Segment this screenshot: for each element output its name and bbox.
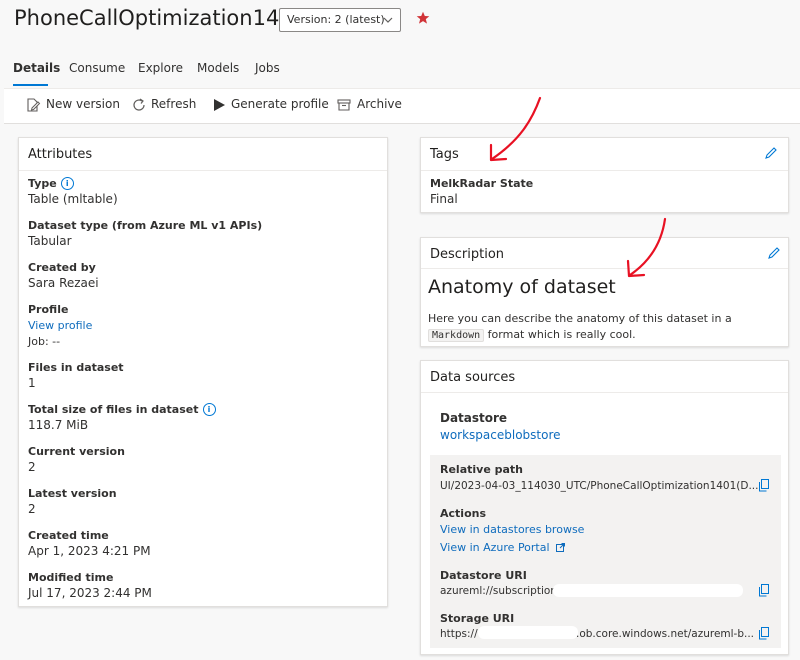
size-label-text: Total size of files in dataset: [28, 403, 199, 416]
type-label-text: Type: [28, 177, 57, 190]
copy-icon[interactable]: [758, 627, 770, 640]
redaction-mark: [478, 626, 578, 639]
dataset-type-value: Tabular: [28, 234, 72, 248]
created-time-label: Created time: [28, 529, 109, 542]
external-link-icon: [556, 543, 566, 552]
type-value: Table (mltable): [28, 192, 118, 206]
current-version-label: Current version: [28, 445, 125, 458]
datastore-uri-value: azureml://subscriptions: [440, 585, 563, 597]
chevron-down-icon: [383, 17, 393, 23]
size-value: 118.7 MiB: [28, 418, 89, 432]
current-version-value: 2: [28, 460, 36, 474]
favorite-star-icon[interactable]: [416, 11, 430, 25]
latest-version-value: 2: [28, 502, 36, 516]
tag-value: Final: [430, 192, 458, 206]
modified-time-label: Modified time: [28, 571, 114, 584]
modified-time-value: Jul 17, 2023 2:44 PM: [28, 586, 152, 600]
created-by-label: Created by: [28, 261, 96, 274]
tab-explore[interactable]: Explore: [138, 61, 183, 75]
dataset-type-label: Dataset type (from Azure ML v1 APIs): [28, 219, 263, 232]
tags-separator: [421, 170, 788, 171]
storage-uri-label: Storage URI: [440, 612, 515, 625]
description-title: Description: [430, 247, 505, 262]
copy-icon[interactable]: [758, 479, 770, 492]
copy-icon[interactable]: [758, 584, 770, 597]
refresh-button[interactable]: Refresh: [151, 97, 196, 111]
actions-label: Actions: [440, 507, 486, 520]
profile-job-text: Job: --: [28, 335, 61, 348]
type-label: Type i: [28, 177, 74, 190]
description-heading: Anatomy of dataset: [428, 276, 616, 298]
tab-details[interactable]: Details: [13, 61, 60, 75]
view-azure-portal-link[interactable]: View in Azure Portal: [440, 541, 566, 554]
tab-jobs[interactable]: Jobs: [255, 61, 280, 75]
tags-title: Tags: [430, 147, 459, 162]
relative-path-value: UI/2023-04-03_114030_UTC/PhoneCallOptimi…: [440, 480, 759, 492]
archive-icon: [337, 99, 351, 111]
attributes-separator: [19, 170, 387, 171]
annotation-arrow-icon: [489, 96, 542, 162]
version-dropdown-label: Version: 2 (latest): [287, 13, 385, 26]
description-text: Here you can describe the anatomy of thi…: [428, 312, 732, 325]
view-profile-link[interactable]: View profile: [28, 319, 92, 332]
version-dropdown[interactable]: Version: 2 (latest): [279, 8, 401, 32]
files-value: 1: [28, 376, 36, 390]
datastore-label: Datastore: [440, 411, 508, 425]
archive-button[interactable]: Archive: [357, 97, 402, 111]
tag-key: MelkRadar State: [430, 177, 534, 190]
edit-tags-icon[interactable]: [764, 146, 778, 160]
datastore-link[interactable]: workspaceblobstore: [440, 428, 561, 442]
tab-models[interactable]: Models: [197, 61, 239, 75]
active-tab-indicator: [13, 84, 48, 86]
attributes-title: Attributes: [28, 147, 93, 162]
refresh-icon: [133, 98, 145, 111]
created-by-value: Sara Rezaei: [28, 276, 99, 290]
storage-uri-suffix: .ob.core.windows.net/azureml-b...: [576, 628, 755, 640]
data-sources-separator: [421, 392, 788, 393]
size-label: Total size of files in dataset i: [28, 403, 216, 416]
tab-consume[interactable]: Consume: [69, 61, 125, 75]
datastore-uri-label: Datastore URI: [440, 569, 527, 582]
edit-description-icon[interactable]: [767, 246, 781, 260]
play-icon: [214, 99, 225, 111]
redaction-mark: [553, 584, 743, 597]
description-text-end: format which is really cool.: [487, 328, 636, 341]
info-icon[interactable]: i: [202, 403, 216, 416]
info-icon[interactable]: i: [60, 177, 74, 190]
tags-card: [420, 137, 789, 213]
command-bar: [4, 88, 800, 124]
relative-path-label: Relative path: [440, 463, 523, 476]
page-title: PhoneCallOptimization1401: [14, 6, 307, 30]
view-datastores-browse-link[interactable]: View in datastores browse: [440, 523, 584, 536]
new-version-button[interactable]: New version: [46, 97, 120, 111]
generate-profile-button[interactable]: Generate profile: [231, 97, 329, 111]
latest-version-label: Latest version: [28, 487, 117, 500]
data-sources-title: Data sources: [430, 370, 516, 385]
files-label: Files in dataset: [28, 361, 124, 374]
annotation-arrow-icon: [626, 217, 667, 278]
view-azure-portal-text: View in Azure Portal: [440, 541, 550, 554]
description-code: Markdown: [428, 329, 485, 342]
profile-label: Profile: [28, 303, 69, 316]
description-separator: [421, 268, 788, 269]
storage-uri-prefix: https://: [440, 628, 478, 640]
created-time-value: Apr 1, 2023 4:21 PM: [28, 544, 151, 558]
description-body: Here you can describe the anatomy of thi…: [428, 311, 773, 344]
new-version-icon: [27, 98, 41, 112]
